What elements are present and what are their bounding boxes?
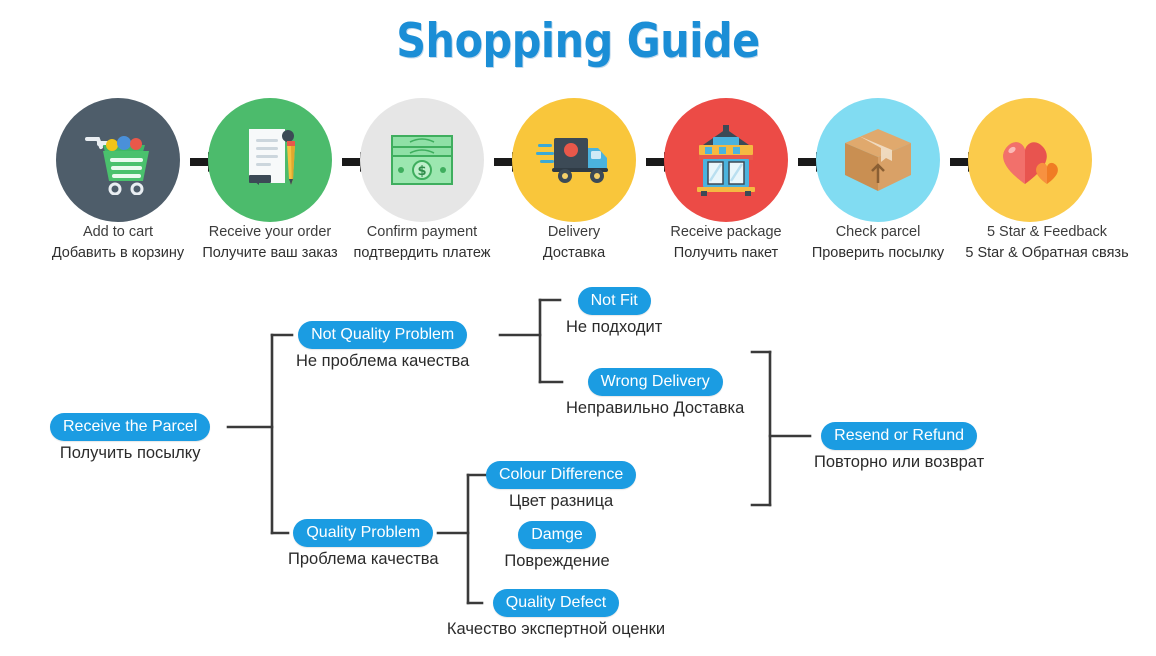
caption-feedback: 5 Star & Feedback 5 Star & Обратная связ… [965, 224, 1129, 261]
node-label-en: Not Quality Problem [298, 321, 468, 349]
storefront-icon [691, 123, 761, 197]
node-label-ru: Не подходит [566, 318, 663, 336]
node-label-ru: Неправильно Доставка [566, 399, 745, 417]
node-label-ru: Качество экспертной оценки [446, 620, 666, 638]
steps-row: $ [0, 98, 1156, 228]
step-circle [512, 98, 636, 222]
step-confirm-payment: $ [360, 98, 484, 222]
step-circle [208, 98, 332, 222]
steps-captions: Add to cart Добавить в корзину Receive y… [0, 222, 1156, 282]
step-circle [56, 98, 180, 222]
node-label-ru: Цвет разница [508, 492, 614, 510]
node-label-en: Not Fit [577, 287, 651, 315]
node-label-ru: Повреждение [504, 552, 610, 570]
node-label-en: Quality Defect [492, 589, 620, 617]
step-feedback [968, 98, 1092, 222]
step-circle [664, 98, 788, 222]
node-quality-problem[interactable]: Quality Problem Проблема качества [288, 519, 439, 571]
node-label-ru: Проблема качества [288, 550, 439, 568]
shopping-guide-infographic: Shopping Guide $ Add to cart Добавить в … [0, 0, 1156, 656]
step-receive-order [208, 98, 332, 222]
hearts-feedback-icon [995, 130, 1065, 190]
order-document-icon [235, 123, 305, 197]
node-resend-or-refund[interactable]: Resend or Refund Повторно или возврат [814, 422, 984, 474]
node-label-en: Receive the Parcel [50, 413, 211, 441]
step-add-to-cart [56, 98, 180, 222]
node-label-ru: Не проблема качества [296, 352, 470, 370]
node-quality-defect[interactable]: Quality Defect Качество экспертной оценк… [420, 589, 692, 641]
node-colour-difference[interactable]: Colour Difference Цвет разница [486, 461, 637, 513]
step-check-parcel [816, 98, 940, 222]
node-label-en: Resend or Refund [821, 422, 977, 450]
node-label-ru: Получить посылку [59, 444, 201, 462]
node-not-fit[interactable]: Not Fit Не подходит [566, 287, 662, 339]
node-label-ru: Повторно или возврат [814, 453, 985, 471]
node-damage[interactable]: Damge Повреждение [486, 521, 628, 573]
step-receive-package [664, 98, 788, 222]
step-circle [816, 98, 940, 222]
cash-money-icon: $ [386, 130, 458, 190]
node-label-en: Quality Problem [293, 519, 434, 547]
step-circle [968, 98, 1092, 222]
svg-text:$: $ [417, 164, 426, 179]
page-title: Shopping Guide [396, 14, 760, 69]
node-label-en: Damge [518, 521, 596, 549]
shopping-cart-icon [81, 125, 155, 195]
step-delivery [512, 98, 636, 222]
delivery-truck-icon [536, 132, 612, 188]
step-circle: $ [360, 98, 484, 222]
parcel-box-icon [841, 125, 915, 195]
node-label-en: Colour Difference [486, 461, 637, 489]
node-label-en: Wrong Delivery [587, 368, 723, 396]
node-wrong-delivery[interactable]: Wrong Delivery Неправильно Доставка [566, 368, 744, 420]
returns-flowchart: Receive the Parcel Получить посылку Not … [0, 280, 1156, 656]
node-receive-the-parcel[interactable]: Receive the Parcel Получить посылку [50, 413, 211, 465]
node-not-quality-problem[interactable]: Not Quality Problem Не проблема качества [296, 321, 469, 373]
